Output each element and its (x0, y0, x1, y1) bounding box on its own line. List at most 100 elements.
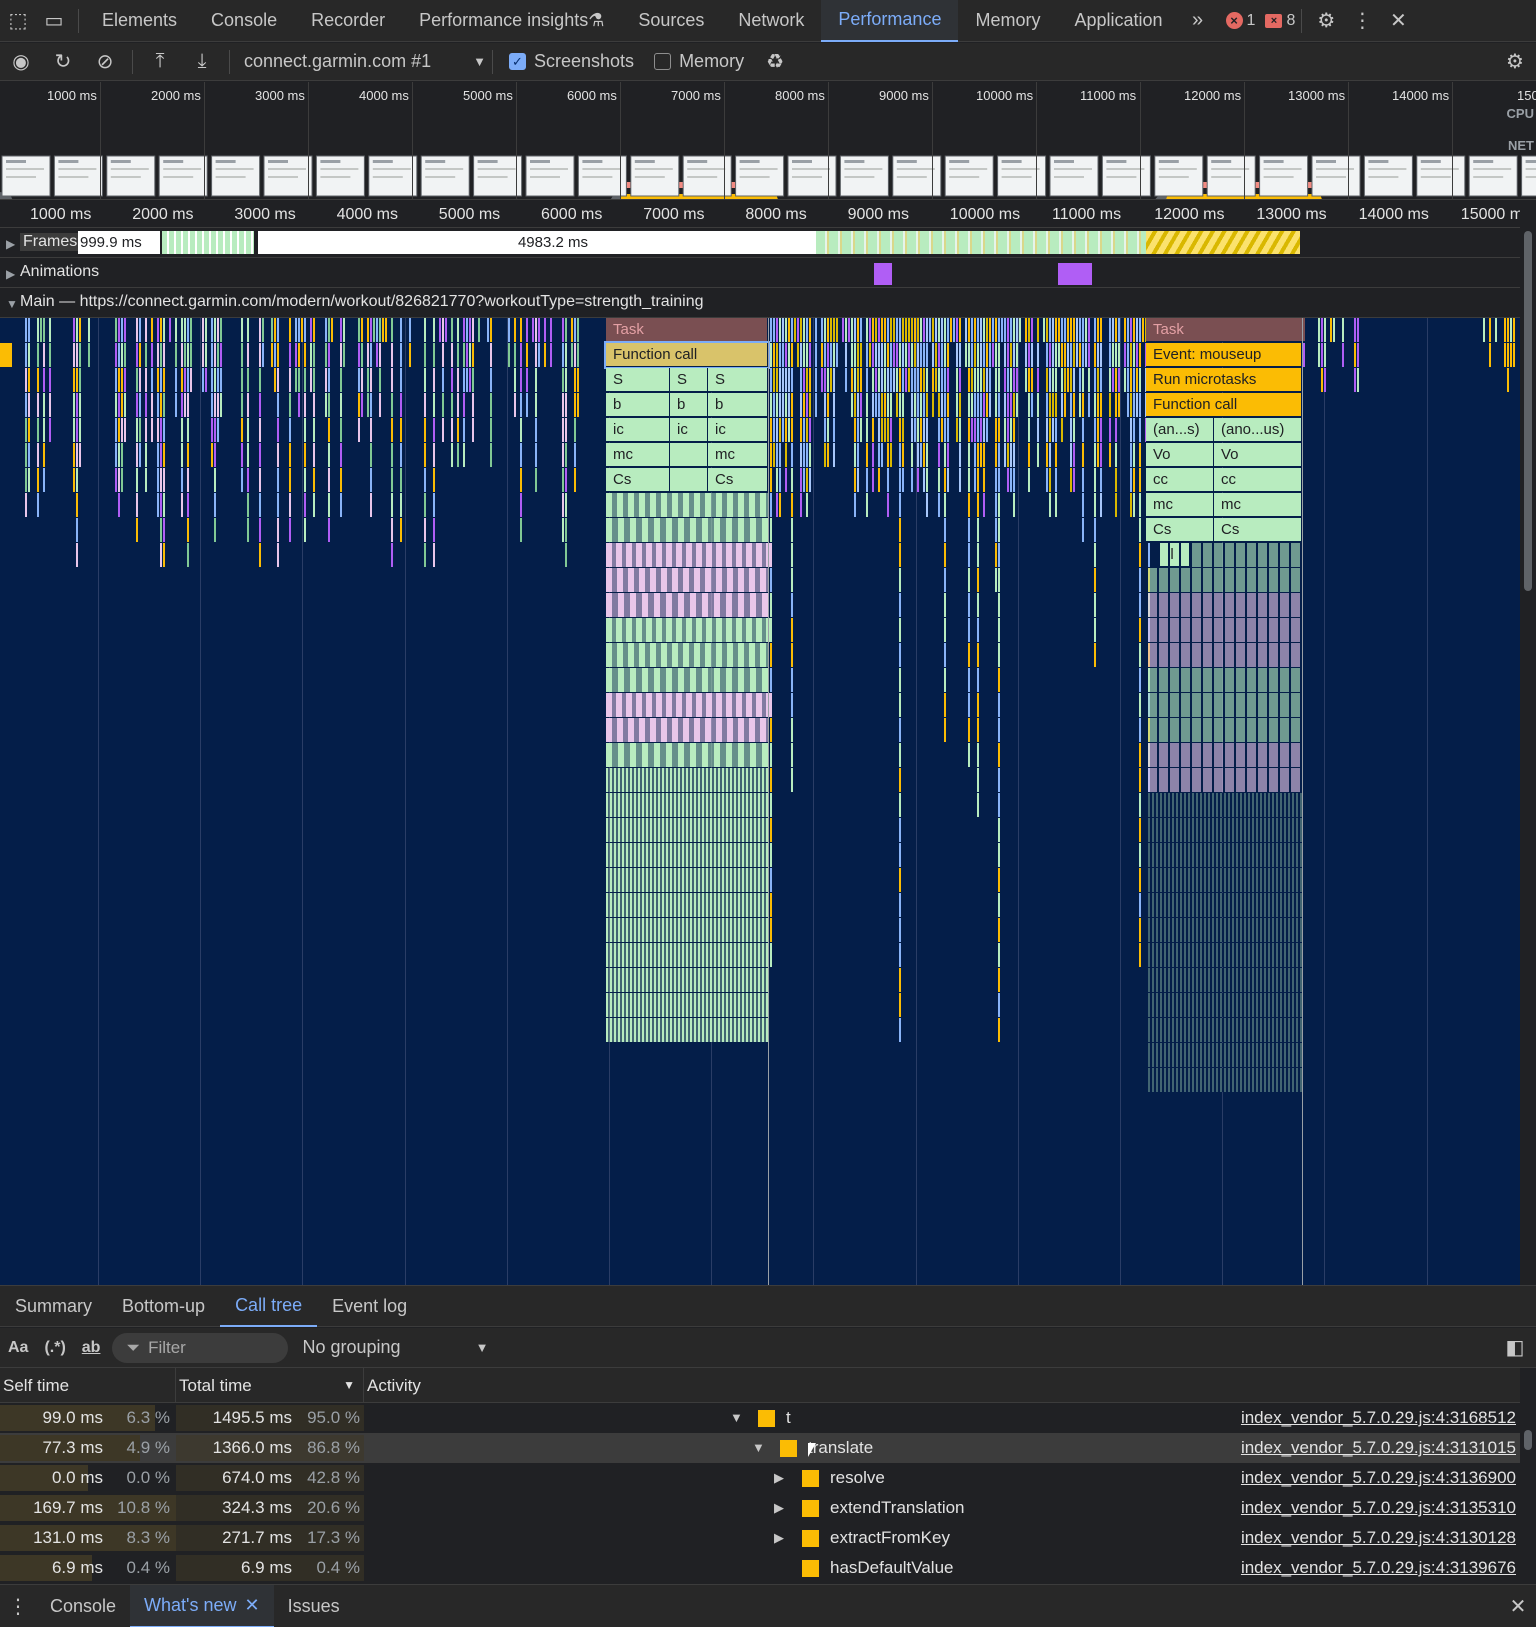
flame-slice[interactable] (304, 368, 306, 392)
flame-slice[interactable] (1109, 318, 1111, 342)
flame-slice[interactable] (788, 393, 790, 417)
tab-performance-insights[interactable]: Performance insights ⚗ (402, 0, 621, 42)
flame-slice[interactable] (124, 343, 126, 367)
flame-slice[interactable] (295, 343, 297, 367)
flame-slice[interactable] (1133, 318, 1135, 342)
flame-slice[interactable] (1118, 318, 1120, 342)
flame-slice[interactable] (277, 468, 279, 492)
flame-slice[interactable] (1139, 543, 1141, 567)
flame-slice[interactable] (136, 518, 138, 542)
flame-slice[interactable] (779, 493, 781, 517)
flame-slice[interactable] (872, 418, 874, 442)
flame-slice[interactable] (1133, 368, 1135, 392)
flame-slice[interactable] (463, 418, 465, 442)
flame-slice[interactable] (79, 318, 81, 342)
flame-slice[interactable] (923, 393, 925, 417)
flame-slice[interactable] (115, 343, 117, 367)
flame-slice[interactable] (73, 318, 75, 342)
flame-slice[interactable] (1112, 368, 1114, 392)
flame-slice[interactable] (313, 368, 315, 392)
flame-slice[interactable] (424, 468, 426, 492)
flame-slice[interactable] (220, 318, 222, 342)
flame-slice[interactable] (1052, 393, 1054, 417)
flame-slice[interactable] (37, 393, 39, 417)
flame-slice[interactable] (890, 318, 892, 342)
flame-slice[interactable] (857, 343, 859, 367)
flame-slice[interactable] (959, 418, 961, 442)
flame-slice[interactable] (902, 343, 904, 367)
flame-slice[interactable] (1130, 318, 1132, 342)
flame-slice[interactable] (911, 368, 913, 392)
flame-slice[interactable] (791, 393, 793, 417)
flame-slice[interactable] (37, 368, 39, 392)
flame-slice[interactable] (920, 368, 922, 392)
flame-slice[interactable] (385, 318, 387, 342)
flame-slice[interactable] (433, 343, 435, 367)
flame-slice[interactable] (79, 418, 81, 442)
flame-slice[interactable] (606, 818, 768, 842)
flame-slice[interactable] (911, 343, 913, 367)
flame-slice[interactable] (944, 493, 946, 517)
flame-slice[interactable] (1064, 368, 1066, 392)
flame-slice[interactable] (490, 393, 492, 417)
flame-slice[interactable] (241, 393, 243, 417)
flame-slice[interactable] (998, 643, 1000, 667)
flame-slice[interactable] (932, 318, 934, 342)
flame-slice[interactable] (175, 393, 177, 417)
flame-slice[interactable] (160, 518, 162, 542)
flame-slice[interactable]: S (708, 368, 768, 392)
flame-slice[interactable] (770, 943, 772, 967)
flame-slice[interactable] (606, 668, 768, 692)
tab-summary[interactable]: Summary (0, 1285, 107, 1327)
flame-slice[interactable] (881, 318, 883, 342)
flame-slice[interactable] (298, 393, 300, 417)
flame-slice[interactable] (887, 418, 889, 442)
flame-slice[interactable] (490, 368, 492, 392)
flame-slice[interactable] (947, 468, 949, 492)
flame-slice[interactable] (968, 343, 970, 367)
flame-slice[interactable] (574, 318, 576, 342)
flame-slice[interactable] (995, 318, 997, 342)
flame-slice[interactable] (277, 418, 279, 442)
flame-slice[interactable] (367, 318, 369, 342)
flame-slice[interactable] (379, 343, 381, 367)
flame-slice[interactable] (806, 393, 808, 417)
flame-slice[interactable] (779, 318, 781, 342)
flame-slice[interactable] (1061, 318, 1063, 342)
flame-slice[interactable] (424, 343, 426, 367)
flame-slice[interactable] (899, 368, 901, 392)
flame-slice[interactable] (508, 343, 510, 367)
flame-slice[interactable] (851, 368, 853, 392)
flame-slice[interactable] (361, 343, 363, 367)
flame-slice[interactable] (370, 443, 372, 467)
flame-slice[interactable] (1082, 468, 1084, 492)
flame-slice[interactable] (157, 493, 159, 517)
flame-slice[interactable] (562, 343, 564, 367)
flame-slice[interactable] (121, 318, 123, 342)
drawer-tab-console[interactable]: Console (36, 1585, 130, 1627)
flame-slice[interactable] (806, 343, 808, 367)
flame-slice[interactable] (800, 468, 802, 492)
flame-slice[interactable] (770, 518, 772, 542)
flame-slice[interactable] (1043, 318, 1045, 342)
flame-slice[interactable] (565, 443, 567, 467)
flame-slice[interactable] (277, 393, 279, 417)
flame-slice[interactable] (1013, 393, 1015, 417)
flame-slice[interactable] (1001, 318, 1003, 342)
flame-slice[interactable] (926, 343, 928, 367)
flame-slice[interactable] (457, 443, 459, 467)
flame-slice[interactable] (88, 343, 90, 367)
flame-slice[interactable] (211, 418, 213, 442)
flame-slice[interactable] (214, 468, 216, 492)
flame-slice[interactable] (1070, 443, 1072, 467)
flame-slice[interactable] (1025, 343, 1027, 367)
flame-slice[interactable] (577, 318, 579, 342)
flame-slice[interactable] (121, 468, 123, 492)
flame-slice[interactable] (490, 418, 492, 442)
flame-slice[interactable] (980, 418, 982, 442)
flame-slice[interactable] (343, 343, 345, 367)
flame-slice[interactable] (803, 368, 805, 392)
flame-slice[interactable] (1058, 318, 1060, 342)
flame-slice[interactable] (1013, 318, 1015, 342)
flame-slice[interactable] (25, 368, 27, 392)
